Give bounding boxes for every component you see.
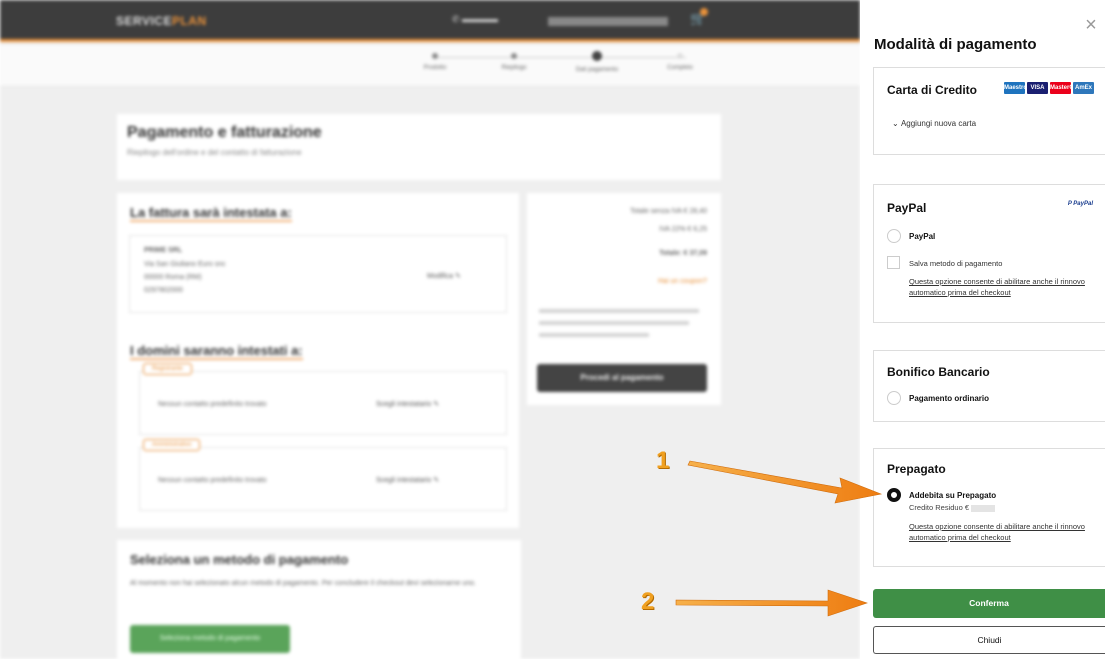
bank-transfer-title: Bonifico Bancario (887, 365, 990, 379)
panel-title: Modalità di pagamento (874, 36, 1037, 53)
save-method-checkbox[interactable] (887, 256, 900, 269)
select-method-card: Seleziona un metodo di pagamento Al mome… (117, 540, 521, 659)
prepaid-section: Prepagato Addebita su Prepagato Credito … (873, 448, 1105, 567)
phone-icon[interactable]: ✆ ▬▬▬▬ (452, 14, 498, 25)
admin-choose-button[interactable]: Scegli intestatario ✎ (376, 476, 439, 484)
prepaid-credit-balance: Credito Residuo € (909, 503, 996, 512)
maestro-icon: Maestro (1004, 82, 1027, 94)
prepaid-autorenew-note[interactable]: Questa opzione consente di abilitare anc… (909, 521, 1087, 543)
card-brands: Maestro VISA MasterCard AmEx (1004, 82, 1094, 94)
proceed-payment-button[interactable]: Procedi al pagamento (537, 364, 707, 392)
top-navbar: SERVICEPLAN ✆ ▬▬▬▬ 🛒 (0, 0, 860, 42)
mastercard-icon: MasterCard (1050, 82, 1083, 94)
invoice-heading: La fattura sarà intestata a: (130, 205, 292, 222)
close-button[interactable]: Chiudi (873, 626, 1105, 654)
cart-badge (700, 8, 708, 16)
terms-line (539, 309, 699, 313)
billing-header-card: Pagamento e fatturazione Riepilogo dell'… (117, 114, 721, 180)
paypal-autorenew-note[interactable]: Questa opzione consente di abilitare anc… (909, 276, 1087, 298)
prepaid-title: Prepagato (887, 462, 946, 476)
chevron-down-icon: ⌄ (892, 119, 899, 128)
annotation-number-2: 2 (641, 588, 655, 615)
prepaid-option-label: Addebita su Prepagato (909, 491, 997, 500)
invoice-edit-button[interactable]: Modifica ✎ (427, 272, 461, 280)
credit-card-section: Carta di Credito Maestro VISA MasterCard… (873, 67, 1105, 155)
select-method-text: Al momento non hai selezionato alcun met… (130, 580, 476, 587)
registrant-box: Nessun contatto predefinito trovato Sceg… (139, 371, 507, 435)
add-card-toggle[interactable]: ⌄ Aggiungi nuova carta (892, 119, 976, 128)
paypal-section: PayPal P PayPal PayPal Salva metodo di p… (873, 184, 1105, 323)
close-icon[interactable]: × (1083, 15, 1099, 35)
payment-method-panel: Modalità di pagamento × Carta di Credito… (860, 0, 1105, 659)
save-method-label: Salva metodo di pagamento (909, 259, 1003, 268)
site-logo[interactable]: SERVICEPLAN (116, 14, 207, 28)
paypal-title: PayPal (887, 201, 927, 215)
terms-line (539, 333, 649, 337)
admin-empty-text: Nessun contatto predefinito trovato (158, 477, 267, 484)
paypal-radio[interactable] (887, 229, 901, 243)
step-product: Prodotto (400, 53, 470, 71)
paypal-logo-icon: P PayPal (1067, 201, 1093, 207)
admin-box: Nessun contatto predefinito trovato Sceg… (139, 447, 507, 511)
registrant-choose-button[interactable]: Scegli intestatario ✎ (376, 400, 439, 408)
registrant-empty-text: Nessun contatto predefinito trovato (158, 401, 267, 408)
select-method-title: Seleziona un metodo di pagamento (130, 552, 349, 567)
invoice-card: La fattura sarà intestata a: PRIME SRL V… (117, 193, 519, 528)
credit-card-title: Carta di Credito (887, 83, 978, 97)
cart-icon[interactable]: 🛒 (690, 8, 708, 27)
step-summary: Riepilogo (479, 53, 549, 71)
invoice-company: PRIME SRL (144, 247, 183, 254)
bank-transfer-radio[interactable] (887, 391, 901, 405)
summary-vat: IVA 22% € 6,25 (659, 226, 707, 233)
invoice-line-3: 0297802000 (144, 287, 183, 294)
admin-tag: Amministrativo (143, 439, 201, 451)
order-summary-card: Totale senza IVA € 28,40 IVA 22% € 6,25 … (527, 193, 721, 405)
annotation-number-1: 1 (656, 447, 670, 474)
user-account-field[interactable] (548, 17, 668, 26)
bank-transfer-section: Bonifico Bancario Pagamento ordinario (873, 350, 1105, 422)
billing-subtitle: Riepilogo dell'ordine e del contatto di … (127, 148, 302, 157)
amex-icon: AmEx (1073, 82, 1094, 94)
paypal-option-label: PayPal (909, 232, 936, 241)
invoice-line-1: Via San Giuliano Euro snc (144, 261, 226, 268)
terms-line (539, 321, 689, 325)
navbar-accent-line (0, 39, 860, 42)
summary-subtotal: Totale senza IVA € 28,40 (630, 208, 707, 215)
confirm-button[interactable]: Conferma (873, 589, 1105, 618)
registrant-tag: Registrante (143, 363, 192, 375)
redacted-balance (971, 504, 996, 512)
bank-transfer-option-label: Pagamento ordinario (909, 394, 990, 403)
summary-total: Totale: € 37,09 (659, 250, 707, 257)
domains-heading: I domini saranno intestati a: (130, 343, 303, 360)
step-complete: Completo (645, 53, 715, 71)
coupon-link[interactable]: Hai un coupon? (658, 275, 707, 288)
invoice-line-2: 00000 Roma (RM) (144, 274, 202, 281)
step-payment: Dati pagamento (562, 51, 632, 73)
prepaid-radio-selected[interactable] (887, 488, 901, 502)
select-method-button[interactable]: Seleziona metodo di pagamento (130, 625, 290, 653)
screenshot-stage: SERVICEPLAN ✆ ▬▬▬▬ 🛒 Prodotto Riepilogo … (0, 0, 1105, 659)
invoice-contact-box: PRIME SRL Via San Giuliano Euro snc 0000… (129, 235, 507, 313)
billing-title: Pagamento e fatturazione (127, 124, 322, 141)
checkout-stepper: Prodotto Riepilogo Dati pagamento Comple… (0, 45, 860, 87)
background-page: SERVICEPLAN ✆ ▬▬▬▬ 🛒 Prodotto Riepilogo … (0, 0, 860, 659)
visa-icon: VISA (1027, 82, 1048, 94)
